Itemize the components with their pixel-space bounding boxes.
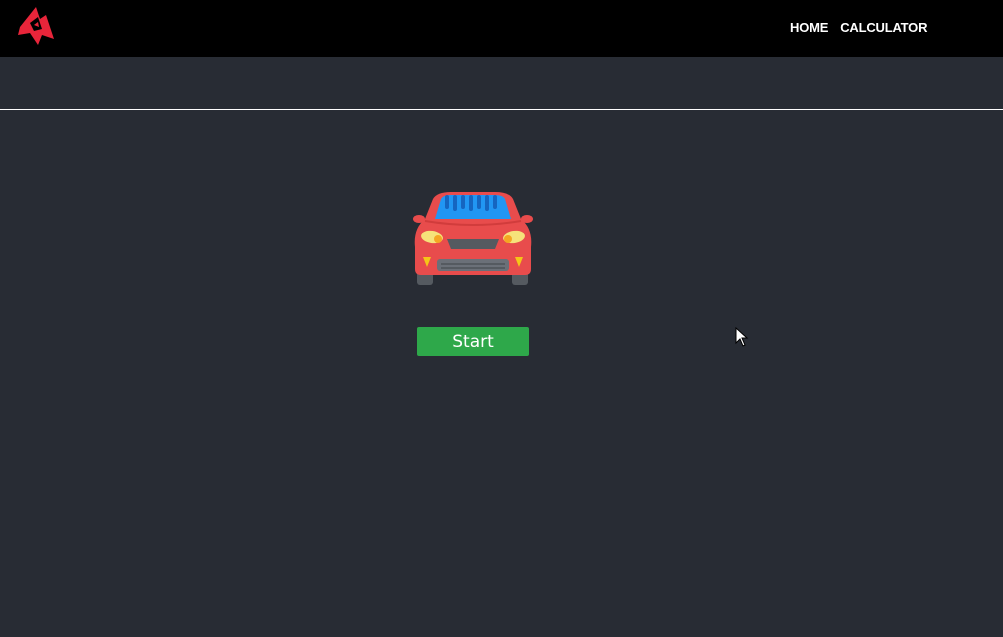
nav-home-link[interactable]: HOME xyxy=(790,20,828,35)
mouse-cursor-icon xyxy=(735,327,749,347)
header-divider xyxy=(0,109,1003,110)
brand-logo-icon[interactable] xyxy=(16,5,56,49)
nav-calculator-link[interactable]: CALCULATOR xyxy=(840,20,927,35)
navbar: HOME CALCULATOR xyxy=(0,0,1003,57)
nav-links: HOME CALCULATOR xyxy=(790,20,927,35)
red-car-icon xyxy=(413,192,533,285)
start-button[interactable]: Start xyxy=(417,327,529,356)
